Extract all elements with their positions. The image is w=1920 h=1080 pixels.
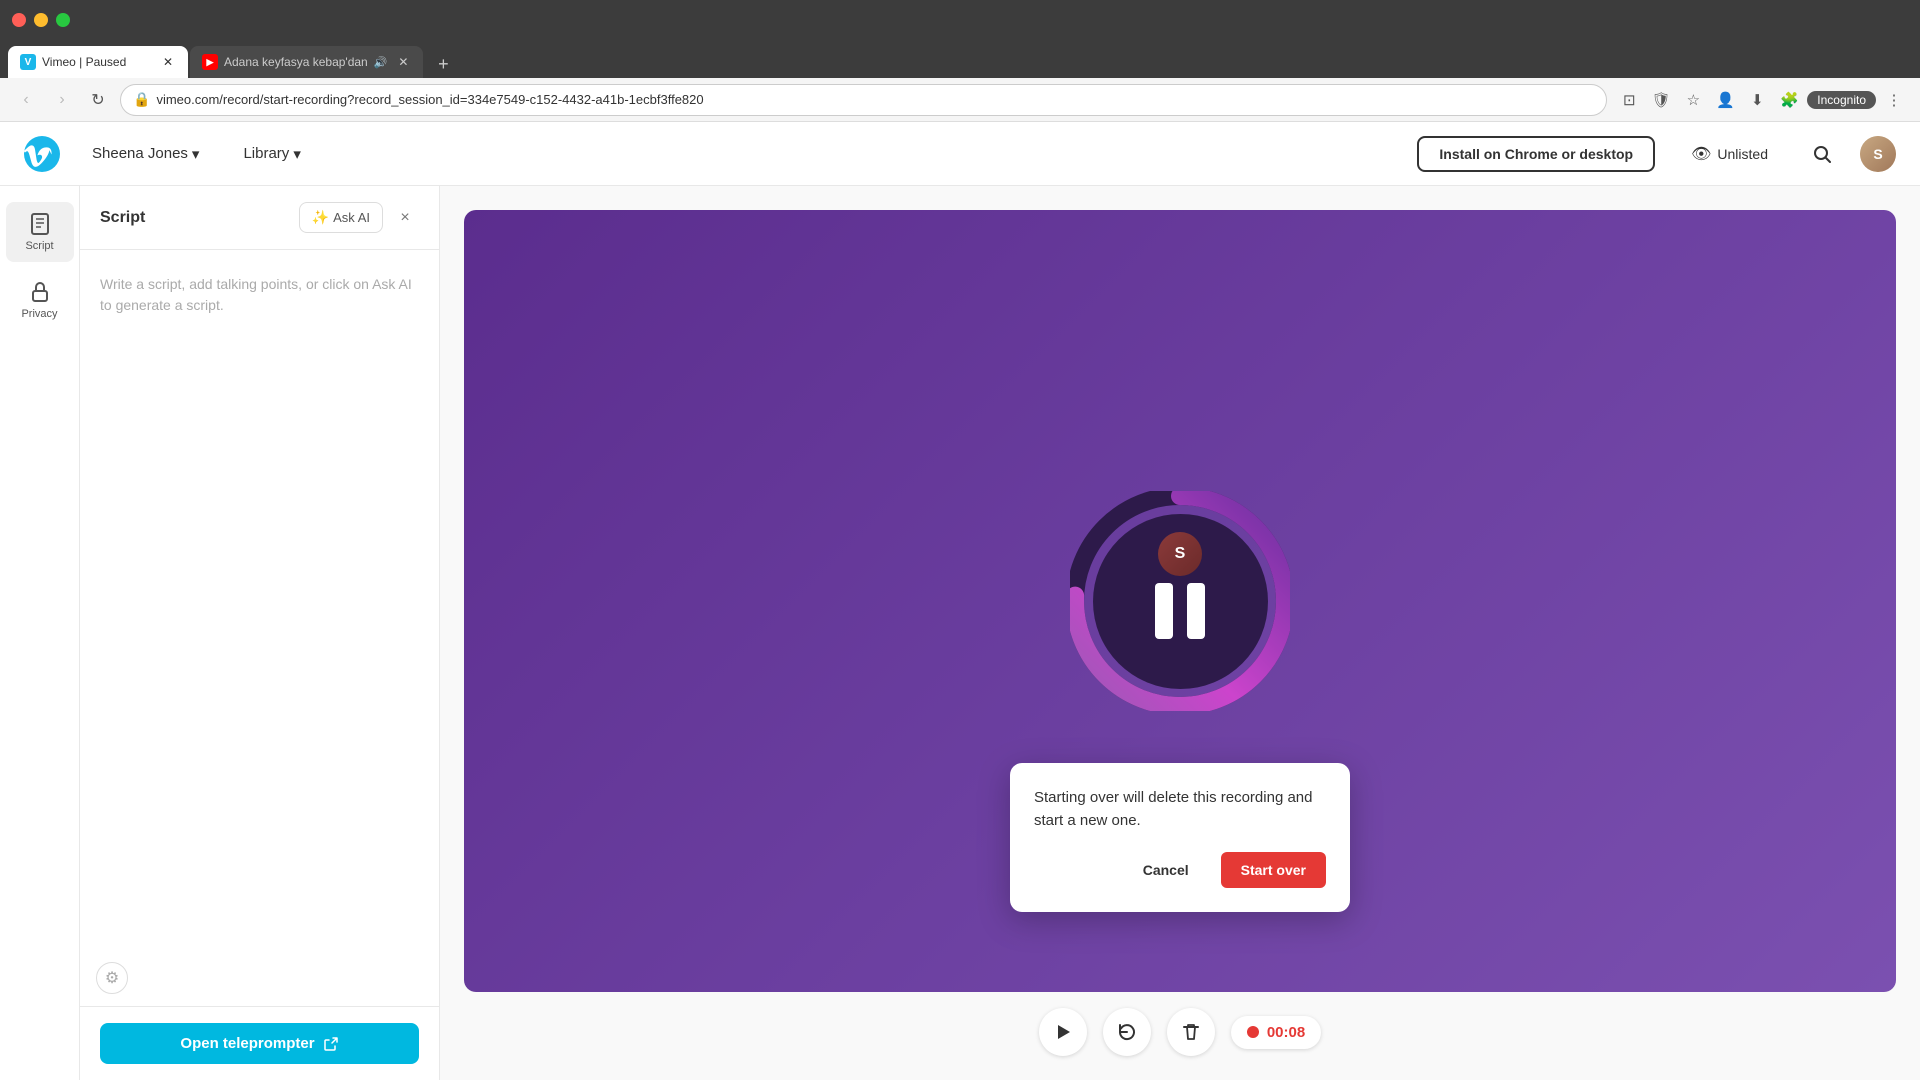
header-nav-library: Library ▾ — [231, 139, 312, 169]
reload-button[interactable]: ↻ — [84, 86, 112, 114]
browser-tab-youtube[interactable]: ▶ Adana keyfasya kebap'dan 🔊 ✕ — [190, 46, 423, 78]
search-button[interactable] — [1804, 136, 1840, 172]
script-panel-header: Script ✨ Ask AI × — [80, 186, 439, 250]
restart-button[interactable] — [1103, 1008, 1151, 1056]
play-icon — [1053, 1022, 1073, 1042]
cancel-button[interactable]: Cancel — [1123, 852, 1209, 888]
browser-tabs-bar: V Vimeo | Paused ✕ ▶ Adana keyfasya keba… — [0, 40, 1920, 78]
avatar[interactable]: S — [1860, 136, 1896, 172]
delete-button[interactable] — [1167, 1008, 1215, 1056]
script-placeholder-text: Write a script, add talking points, or c… — [80, 250, 439, 624]
start-over-button[interactable]: Start over — [1221, 852, 1326, 888]
teleprompter-label: Open teleprompter — [180, 1035, 314, 1052]
video-container: S Starting over will delete thi — [464, 210, 1896, 992]
minimize-window-button[interactable] — [34, 13, 48, 27]
youtube-tab-close-button[interactable]: ✕ — [395, 54, 411, 70]
library-label: Library — [243, 145, 289, 162]
script-panel-title: Script — [100, 209, 291, 227]
vimeo-logo[interactable] — [24, 136, 60, 172]
browser-chrome: V Vimeo | Paused ✕ ▶ Adana keyfasya keba… — [0, 0, 1920, 122]
unlisted-label: Unlisted — [1717, 146, 1768, 162]
back-button[interactable]: ‹ — [12, 86, 40, 114]
script-icon — [28, 212, 52, 236]
ask-ai-label: Ask AI — [333, 210, 370, 225]
open-teleprompter-button[interactable]: Open teleprompter — [100, 1023, 419, 1064]
vimeo-tab-close-button[interactable]: ✕ — [160, 54, 176, 70]
no-tracking-button[interactable]: 🛡 — [1647, 86, 1675, 114]
unlisted-button[interactable]: 👁 Unlisted — [1675, 136, 1784, 172]
dialog-message: Starting over will delete this recording… — [1034, 787, 1326, 832]
incognito-badge[interactable]: Incognito — [1807, 91, 1876, 109]
cast-button[interactable]: ⊡ — [1615, 86, 1643, 114]
external-link-icon — [323, 1036, 339, 1052]
toolbar-actions: ⊡ 🛡 ☆ 👤 ⬇ 🧩 Incognito ⋮ — [1615, 86, 1908, 114]
library-chevron-down-icon: ▾ — [293, 145, 301, 163]
main-content: Script Privacy Script ✨ Ask AI × Write a — [0, 186, 1920, 1080]
browser-toolbar: ‹ › ↻ 🔒 vimeo.com/record/start-recording… — [0, 78, 1920, 122]
audio-icon: 🔊 — [374, 56, 388, 69]
maximize-window-button[interactable] — [56, 13, 70, 27]
header-nav-user: Sheena Jones ▾ — [80, 139, 211, 169]
script-panel-close-button[interactable]: × — [391, 204, 419, 232]
user-name-text: Sheena Jones — [92, 145, 188, 162]
sidebar-script-label: Script — [25, 240, 53, 252]
install-button[interactable]: Install on Chrome or desktop — [1417, 136, 1655, 172]
play-button[interactable] — [1039, 1008, 1087, 1056]
sparkle-icon: ✨ — [312, 209, 329, 226]
download-button[interactable]: ⬇ — [1743, 86, 1771, 114]
ask-ai-button[interactable]: ✨ Ask AI — [299, 202, 383, 233]
library-menu-button[interactable]: Library ▾ — [231, 139, 312, 169]
more-options-button[interactable]: ⋮ — [1880, 86, 1908, 114]
privacy-lock-icon — [28, 280, 52, 304]
teleprompter-section: Open teleprompter — [80, 1006, 439, 1080]
settings-area: ⚙ — [80, 950, 439, 1006]
url-text: vimeo.com/record/start-recording?record_… — [156, 92, 1594, 107]
trash-icon — [1181, 1022, 1201, 1042]
profile-button[interactable]: 👤 — [1711, 86, 1739, 114]
youtube-tab-favicon: ▶ — [202, 54, 218, 70]
vimeo-app: Sheena Jones ▾ Library ▾ Install on Chro… — [0, 122, 1920, 1080]
user-chevron-down-icon: ▾ — [192, 145, 200, 163]
dialog-overlay: Starting over will delete this recording… — [464, 210, 1896, 992]
browser-titlebar — [0, 0, 1920, 40]
sidebar-item-script[interactable]: Script — [6, 202, 74, 262]
search-icon — [1813, 145, 1831, 163]
record-dot-indicator — [1247, 1026, 1259, 1038]
sidebar-item-privacy[interactable]: Privacy — [6, 270, 74, 330]
new-tab-button[interactable]: + — [429, 50, 457, 78]
confirmation-dialog: Starting over will delete this recording… — [1010, 763, 1350, 912]
vimeo-tab-title: Vimeo | Paused — [42, 55, 154, 69]
close-window-button[interactable] — [12, 13, 26, 27]
sidebar-privacy-label: Privacy — [21, 308, 57, 320]
script-panel: Script ✨ Ask AI × Write a script, add ta… — [80, 186, 440, 1080]
video-area: S Starting over will delete thi — [440, 186, 1920, 1080]
secure-lock-icon: 🔒 — [133, 91, 150, 108]
settings-icon-button[interactable]: ⚙ — [96, 962, 128, 994]
vimeo-tab-favicon: V — [20, 54, 36, 70]
extensions-button[interactable]: 🧩 — [1775, 86, 1803, 114]
browser-tab-vimeo[interactable]: V Vimeo | Paused ✕ — [8, 46, 188, 78]
recording-time-display: 00:08 — [1231, 1016, 1321, 1049]
bookmark-button[interactable]: ☆ — [1679, 86, 1707, 114]
forward-button[interactable]: › — [48, 86, 76, 114]
address-bar[interactable]: 🔒 vimeo.com/record/start-recording?recor… — [120, 84, 1607, 116]
vimeo-header: Sheena Jones ▾ Library ▾ Install on Chro… — [0, 122, 1920, 186]
user-menu-button[interactable]: Sheena Jones ▾ — [80, 139, 211, 169]
dialog-actions: Cancel Start over — [1034, 852, 1326, 888]
controls-bar: 00:08 — [464, 992, 1896, 1056]
time-text: 00:08 — [1267, 1024, 1305, 1041]
youtube-tab-title: Adana keyfasya kebap'dan — [224, 55, 368, 69]
restart-icon — [1116, 1021, 1138, 1043]
eye-off-icon: 👁 — [1691, 144, 1711, 164]
left-sidebar: Script Privacy — [0, 186, 80, 1080]
